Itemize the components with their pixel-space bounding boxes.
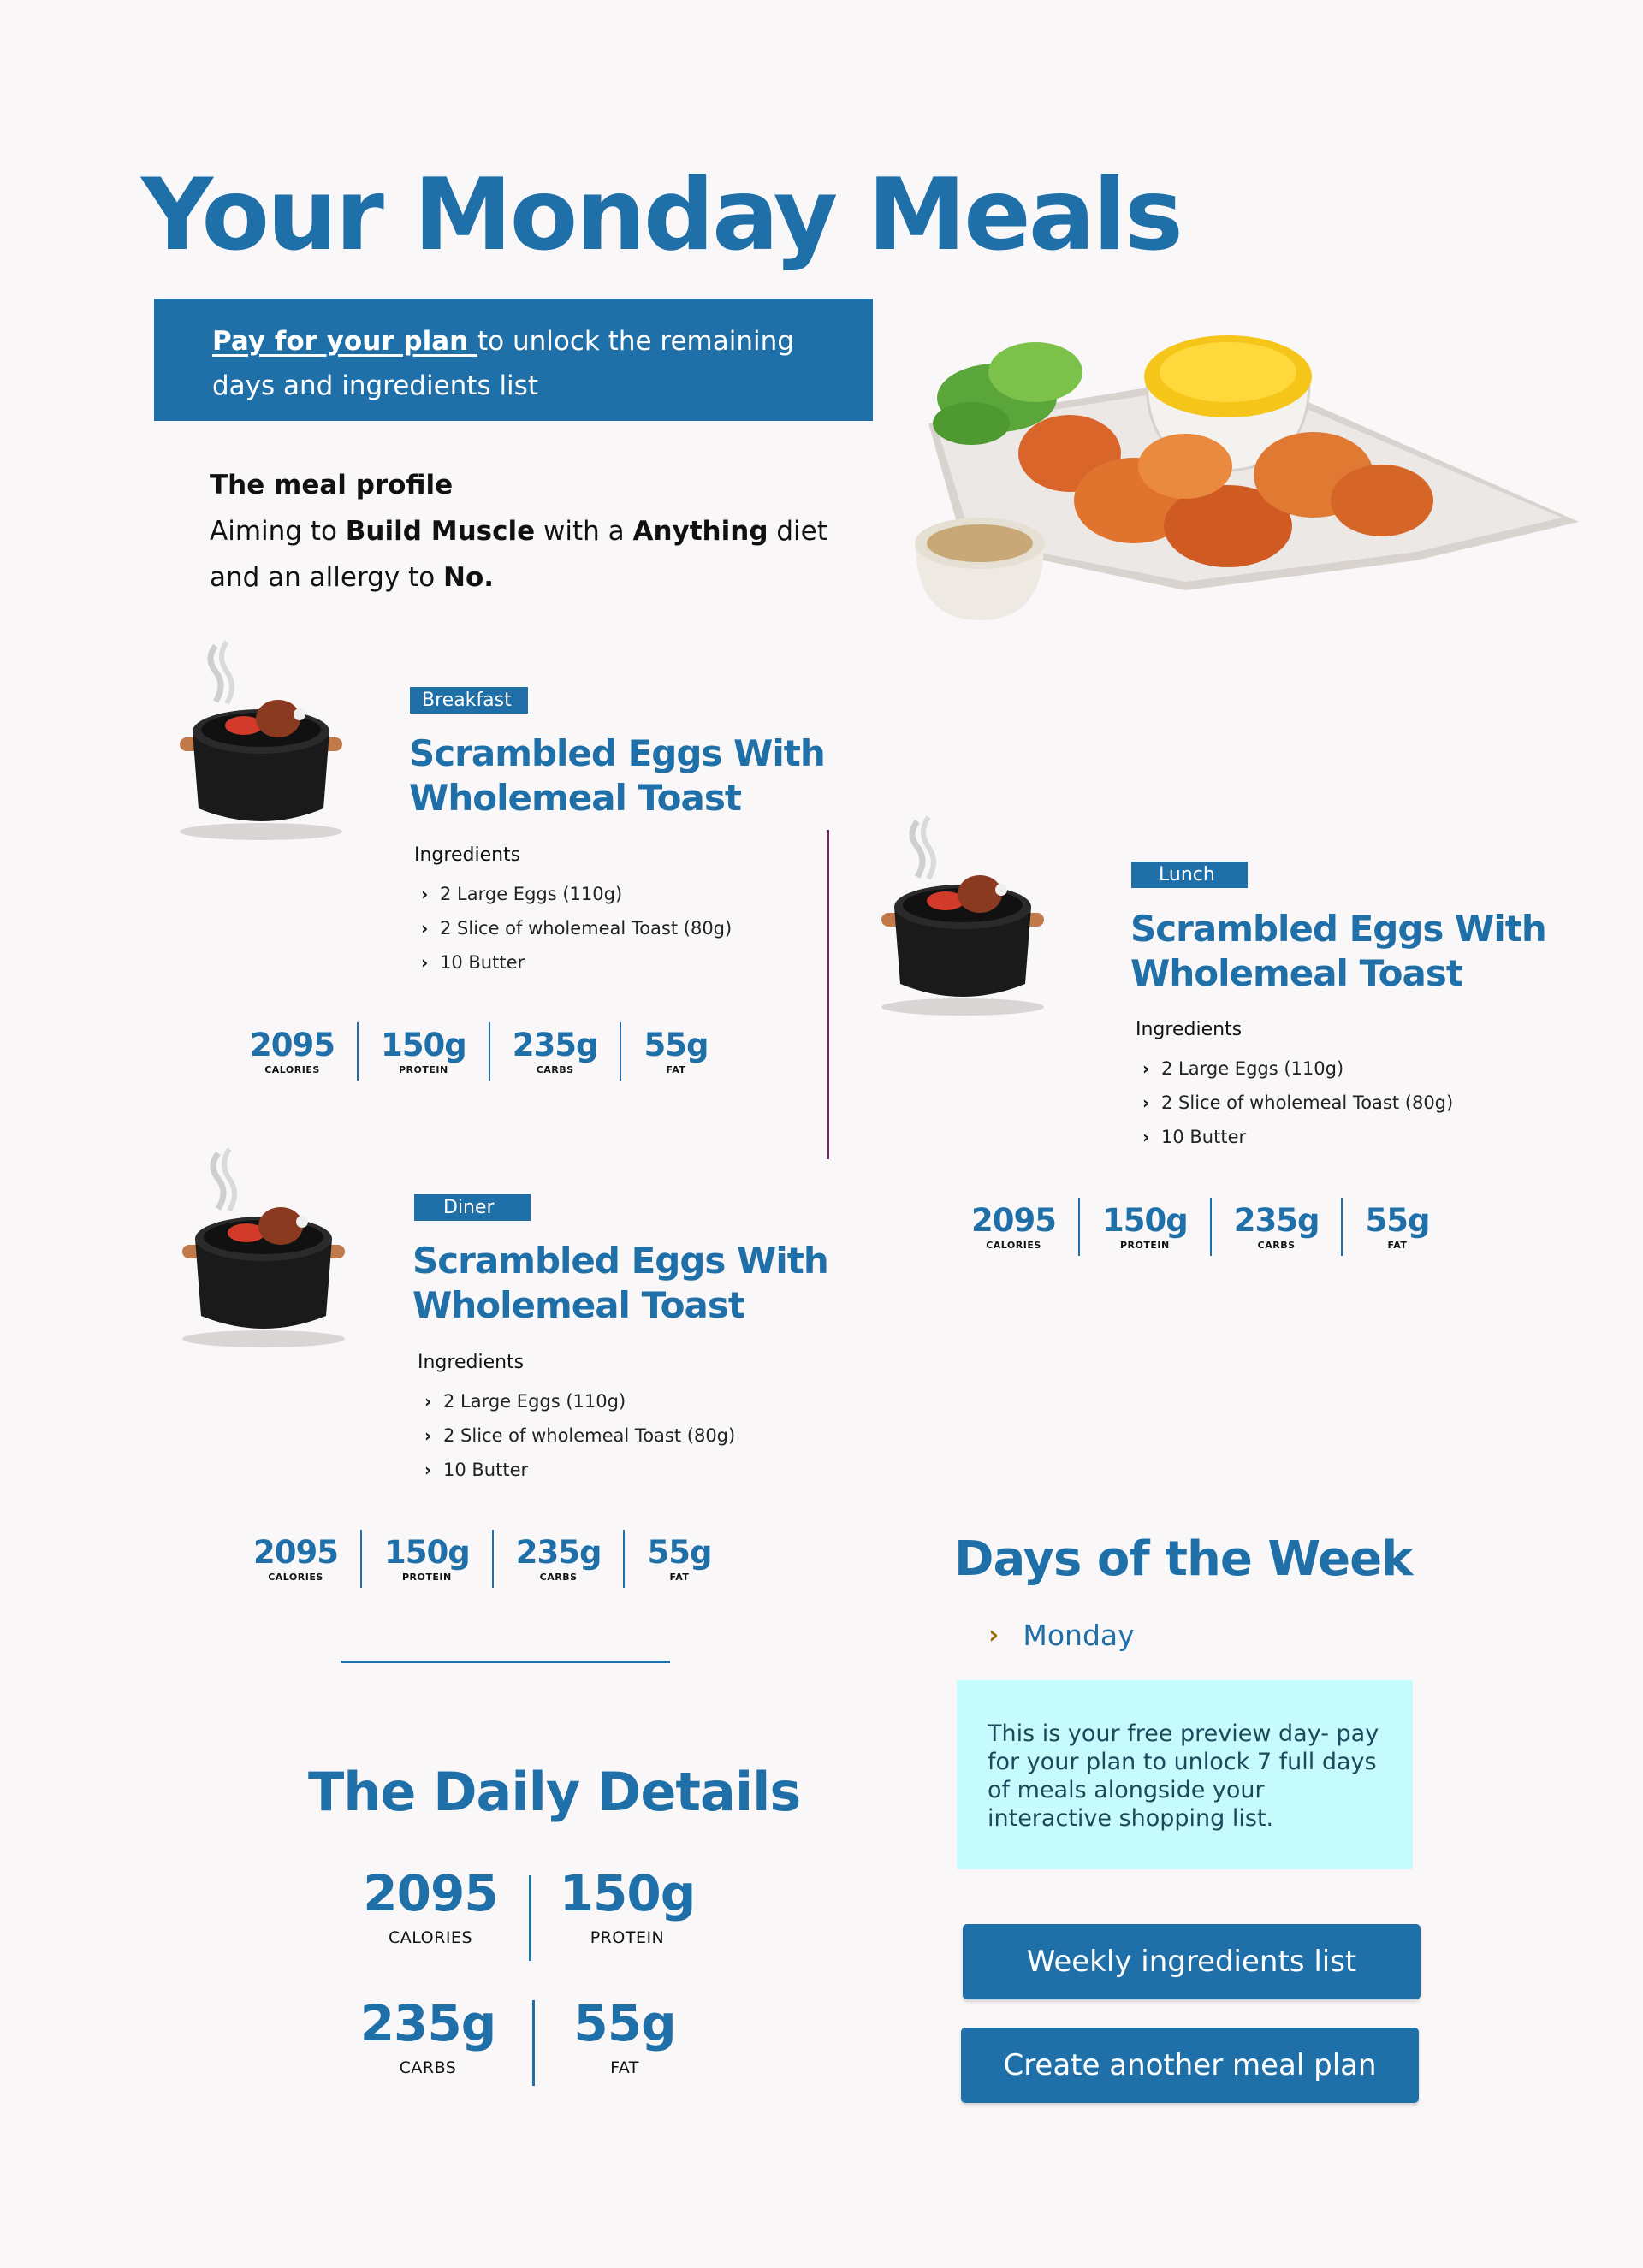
list-item: › 10 Butter (1142, 1120, 1453, 1154)
free-preview-notice: This is your free preview day- pay for y… (957, 1680, 1413, 1869)
list-item: › 10 Butter (421, 945, 732, 980)
list-item: › 2 Large Eggs (110g) (424, 1384, 735, 1418)
chevron-right-icon: › (1142, 1093, 1150, 1113)
daily-fat: 55g FAT (573, 1994, 676, 2077)
macro-calories: 2095 CALORIES (971, 1201, 1057, 1251)
cooking-pot-icon (182, 1147, 345, 1347)
meal-tag-lunch: Lunch (1131, 862, 1248, 888)
day-item-monday[interactable]: › Monday (988, 1619, 1135, 1652)
list-item: › 2 Slice of wholemeal Toast (80g) (424, 1418, 735, 1453)
meal-profile-goal-line: Aiming to Build Muscle with a Anything d… (210, 516, 827, 547)
macro-carbs: 235g CARBS (515, 1533, 602, 1583)
list-item: › 10 Butter (424, 1453, 735, 1487)
cooking-pot-icon (881, 815, 1044, 1016)
ingredients-heading: Ingredients (414, 844, 521, 866)
chevron-right-icon: › (421, 884, 429, 904)
meal-profile-allergy-line: and an allergy to No. (210, 562, 495, 593)
ingredients-heading: Ingredients (1136, 1019, 1243, 1040)
chevron-right-icon: › (424, 1391, 432, 1412)
macro-carbs: 235g CARBS (512, 1026, 599, 1075)
meal-name: Scrambled Eggs With Wholemeal Toast (1130, 908, 1547, 994)
meal-profile-heading: The meal profile (210, 470, 454, 500)
macro-protein: 150g PROTEIN (1101, 1201, 1189, 1251)
macro-protein: 150g PROTEIN (383, 1533, 471, 1583)
chevron-right-icon: › (1142, 1127, 1150, 1147)
create-meal-plan-button[interactable]: Create another meal plan (961, 2028, 1419, 2103)
daily-details-grid: 2095 CALORIES 150g PROTEIN 235g CARBS 55g FA… (342, 1865, 719, 2105)
section-divider (341, 1661, 670, 1663)
list-item: › 2 Slice of wholemeal Toast (80g) (421, 911, 732, 945)
list-item: › 2 Slice of wholemeal Toast (80g) (1142, 1086, 1453, 1120)
macro-fat: 55g FAT (647, 1533, 712, 1583)
pay-for-plan-link[interactable]: Pay for your plan (212, 326, 477, 357)
day-label: Monday (1023, 1619, 1135, 1652)
hero-food-image (915, 335, 1579, 620)
meal-tag-diner: Diner (414, 1194, 531, 1221)
chevron-right-icon: › (424, 1460, 432, 1480)
daily-calories: 2095 CALORIES (363, 1864, 498, 1947)
macro-calories: 2095 CALORIES (253, 1533, 339, 1583)
column-divider (827, 830, 829, 1159)
ingredients-list: › 2 Large Eggs (110g) › 2 Slice of wholeme… (1142, 1051, 1453, 1154)
meal-name: Scrambled Eggs With Wholemeal Toast (412, 1240, 829, 1326)
diet-value: Anything (632, 516, 768, 547)
divider (532, 2000, 535, 2086)
daily-details-title: The Daily Details (308, 1761, 801, 1823)
chevron-right-icon: › (1142, 1058, 1150, 1079)
meal-macros: 2095 CALORIES 150g PROTEIN 235g CARBS 55g FA… (231, 1530, 733, 1588)
daily-carbs: 235g CARBS (359, 1994, 497, 2077)
macro-carbs: 235g CARBS (1233, 1201, 1320, 1251)
meal-macros: 2095 CALORIES 150g PROTEIN 235g CARBS 55g FA… (949, 1198, 1451, 1256)
chevron-right-icon: › (421, 952, 429, 973)
unlock-banner: Pay for your plan to unlock the remainin… (154, 299, 873, 421)
ingredients-list: › 2 Large Eggs (110g) › 2 Slice of wholeme… (421, 877, 732, 980)
chevron-right-icon: › (421, 918, 429, 939)
list-item: › 2 Large Eggs (110g) (421, 877, 732, 911)
goal-value: Build Muscle (345, 516, 536, 547)
list-item: › 2 Large Eggs (110g) (1142, 1051, 1453, 1086)
allergy-value: No. (443, 562, 495, 593)
daily-protein: 150g PROTEIN (559, 1864, 697, 1947)
chevron-right-icon: › (424, 1425, 432, 1446)
days-of-week-title: Days of the Week (954, 1531, 1413, 1587)
meal-name: Scrambled Eggs With Wholemeal Toast (409, 732, 826, 819)
divider (529, 1875, 531, 1961)
macro-fat: 55g FAT (1365, 1201, 1430, 1251)
meal-tag-breakfast: Breakfast (410, 687, 528, 714)
cooking-pot-icon (180, 640, 342, 840)
ingredients-list: › 2 Large Eggs (110g) › 2 Slice of wholeme… (424, 1384, 735, 1487)
macro-fat: 55g FAT (644, 1026, 709, 1075)
macro-calories: 2095 CALORIES (250, 1026, 335, 1075)
meal-macros: 2095 CALORIES 150g PROTEIN 235g CARBS 55g FA… (228, 1022, 730, 1081)
ingredients-heading: Ingredients (418, 1352, 525, 1373)
page-title: Your Monday Meals (141, 157, 1183, 273)
chevron-right-icon: › (988, 1620, 999, 1650)
macro-protein: 150g PROTEIN (380, 1026, 467, 1075)
meal-profile: The meal profile Aiming to Build Muscle … (210, 462, 860, 601)
weekly-ingredients-button[interactable]: Weekly ingredients list (963, 1924, 1421, 1999)
